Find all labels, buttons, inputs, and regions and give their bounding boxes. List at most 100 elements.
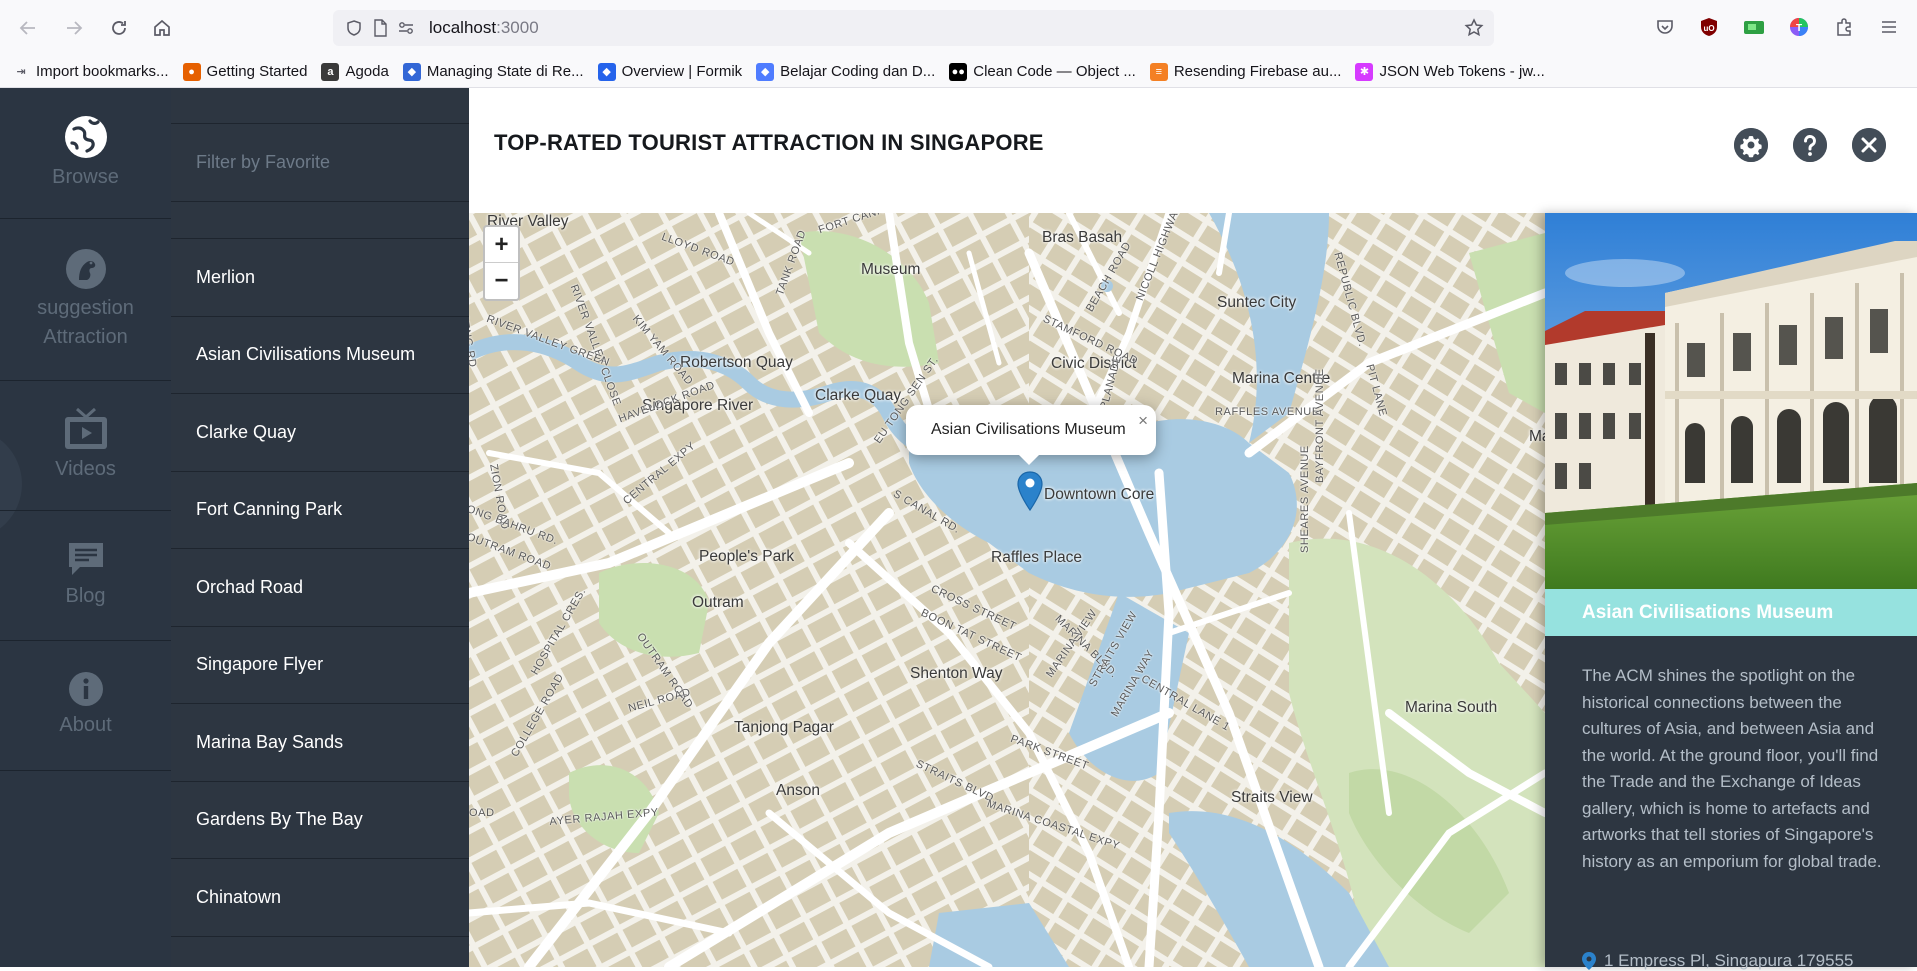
question-icon (1793, 128, 1827, 162)
bookmark-label: JSON Web Tokens - jw... (1379, 63, 1545, 80)
sidebar-item-label: suggestion Attraction (37, 296, 134, 348)
map[interactable]: River Valley Bras Basah Museum Suntec City R… (469, 213, 1545, 967)
list-item-label: Singapore Flyer (196, 654, 324, 675)
close-button[interactable] (1852, 128, 1886, 162)
gear-icon (1734, 128, 1768, 162)
bookmark-item[interactable]: ⇥ Import bookmarks... (12, 63, 168, 81)
list-spacer (171, 202, 469, 239)
bookmark-item[interactable]: ≡ Resending Firebase au... (1149, 62, 1341, 81)
map-place-label: Tanjong Pagar (734, 719, 834, 736)
address-text: 1 Empress Pl, Singapura 179555 (1604, 951, 1854, 970)
list-item[interactable]: Chinatown (171, 859, 469, 937)
bookmark-item[interactable]: ◆ Managing State di Re... (402, 62, 584, 81)
info-icon (68, 672, 103, 706)
sidebar-item-blog[interactable]: Blog (0, 511, 171, 641)
sidebar-item-browse[interactable]: Browse (0, 88, 171, 219)
forward-button[interactable] (58, 12, 90, 44)
map-base-layer (469, 213, 1545, 967)
home-button[interactable] (146, 12, 178, 44)
bookmarks-bar: ⇥ Import bookmarks... ● Getting Started a Ago… (0, 56, 1917, 88)
icon-sidebar: Browse suggestion Attraction Videos Blog… (0, 88, 171, 967)
list-item[interactable]: Merlion (171, 239, 469, 317)
list-item[interactable]: Fort Canning Park (171, 472, 469, 549)
list-item-label: Asian Civilisations Museum (196, 344, 416, 365)
zoom-in-button[interactable]: + (485, 227, 518, 263)
attraction-title: Asian Civilisations Museum (1545, 589, 1917, 636)
shield-icon[interactable] (343, 17, 365, 39)
svg-text:uO: uO (1703, 24, 1714, 33)
sidebar-item-videos[interactable]: Videos (0, 381, 171, 511)
map-place-label: Outram (692, 594, 744, 611)
map-place-label: Marina South (1405, 699, 1498, 716)
bookmark-item[interactable]: ✱ JSON Web Tokens - jw... (1355, 62, 1545, 81)
sidebar-item-suggestion-attraction[interactable]: suggestion Attraction (0, 219, 171, 381)
site-icon: ◆ (402, 62, 421, 81)
list-item[interactable]: Asian Civilisations Museum (171, 317, 469, 394)
page-title: TOP-RATED TOURIST ATTRACTION IN SINGAPOR… (494, 130, 1044, 155)
jwt-icon: ✱ (1355, 62, 1374, 81)
list-item[interactable]: Singapore Flyer (171, 627, 469, 704)
pocket-icon[interactable] (1653, 15, 1677, 39)
translator-icon[interactable]: T (1787, 15, 1811, 39)
list-item-label: Chinatown (196, 886, 282, 907)
attraction-detail-card: Asian Civilisations Museum The ACM shine… (1545, 213, 1917, 970)
map-place-label: Shenton Way (910, 665, 1003, 682)
zoom-control: + − (483, 225, 520, 301)
bookmark-item[interactable]: ◆ Overview | Formik (597, 62, 743, 81)
close-icon (1852, 128, 1886, 162)
map-marker-icon[interactable] (1017, 471, 1043, 511)
sidebar-item-label: Browse (52, 165, 119, 188)
zoom-out-button[interactable]: − (485, 263, 518, 299)
bookmark-item[interactable]: ● Getting Started (182, 62, 307, 81)
map-place-label: Straits View (1231, 789, 1313, 806)
bookmark-star-icon[interactable] (1462, 16, 1486, 40)
settings-button[interactable] (1734, 128, 1768, 162)
attraction-photo (1545, 213, 1917, 589)
map-place-label: Robertson Quay (680, 354, 793, 371)
medium-icon: ●● (949, 62, 968, 81)
url-text[interactable]: localhost:3000 (429, 18, 539, 38)
globe-icon (64, 115, 107, 158)
site-settings-icon[interactable] (395, 17, 417, 39)
url-port: :3000 (496, 18, 539, 37)
extension-green-icon[interactable] (1742, 15, 1766, 39)
bookmark-label: Agoda (345, 63, 389, 80)
sidebar-item-label: Blog (65, 585, 106, 607)
bookmark-label: Overview | Formik (621, 63, 743, 80)
bookmark-item[interactable]: a Agoda (321, 62, 389, 81)
list-item[interactable]: Clarke Quay (171, 394, 469, 472)
map-place-label: Clarke Quay (815, 387, 902, 404)
map-place-label: Ma (1529, 428, 1545, 445)
bookmark-item[interactable]: ●● Clean Code — Object ... (949, 62, 1136, 81)
help-button[interactable] (1793, 128, 1827, 162)
location-pin-icon (1582, 952, 1596, 970)
reload-button[interactable] (103, 12, 135, 44)
list-item-label: Fort Canning Park (196, 499, 343, 520)
sidebar-item-label: About (59, 714, 112, 736)
menu-hamburger-icon[interactable] (1877, 15, 1901, 39)
list-item[interactable]: Gardens By The Bay (171, 782, 469, 859)
list-item[interactable]: Marina Bay Sands (171, 704, 469, 782)
svg-text:T: T (1796, 23, 1802, 34)
url-bar[interactable]: localhost:3000 (333, 10, 1494, 46)
filter-by-favorite[interactable]: Filter by Favorite (171, 124, 469, 202)
bookmark-label: Belajar Coding dan D... (780, 63, 936, 80)
ublock-icon[interactable]: uO (1697, 15, 1721, 39)
map-road-label: SHEARES AVENUE (1299, 445, 1311, 553)
extensions-puzzle-icon[interactable] (1832, 15, 1856, 39)
list-item[interactable]: Orchad Road (171, 549, 469, 627)
bookmark-item[interactable]: ◆ Belajar Coding dan D... (756, 62, 936, 81)
formik-icon: ◆ (597, 62, 616, 81)
blog-icon (68, 543, 103, 575)
list-item-label: Merlion (196, 266, 256, 287)
page-icon[interactable] (369, 17, 391, 39)
home-icon (154, 19, 170, 36)
back-button[interactable] (12, 12, 44, 44)
map-road-label: BAYFRONT AVENUE (1314, 368, 1326, 483)
popup-close-button[interactable]: × (1138, 411, 1148, 431)
bookmark-label: Managing State di Re... (426, 63, 584, 80)
sidebar-item-about[interactable]: About (0, 641, 171, 771)
stackoverflow-icon: ≡ (1149, 62, 1168, 81)
map-place-label: People's Park (699, 548, 795, 565)
browser-toolbar: localhost:3000 uO T (0, 0, 1917, 56)
